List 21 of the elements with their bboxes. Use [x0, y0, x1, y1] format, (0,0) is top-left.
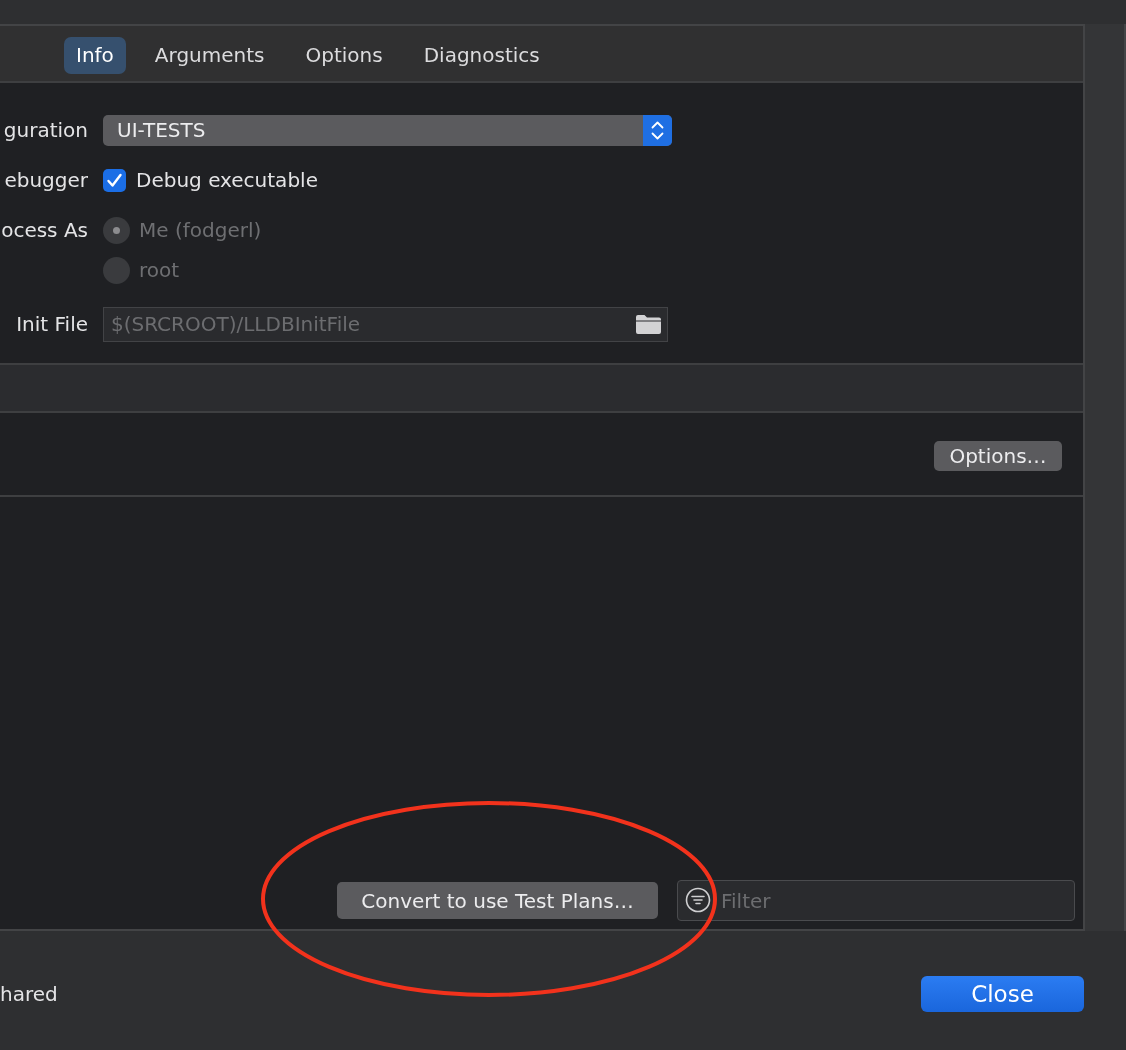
convert-button[interactable]: Convert to use Test Plans…: [337, 882, 658, 919]
filter-field[interactable]: Filter: [677, 880, 1075, 921]
field-label: Init File: [16, 312, 88, 336]
tab[interactable]: Options: [293, 36, 395, 74]
radio-label: Me (fodgerl): [139, 218, 262, 242]
field-label: ocess As: [1, 217, 88, 244]
checkbox[interactable]: [103, 168, 126, 192]
filter-icon[interactable]: [685, 887, 711, 913]
path-field[interactable]: $(SRCROOT)/LLDBInitFile: [103, 306, 668, 342]
field-label: ebugger: [4, 168, 88, 192]
popup-button[interactable]: UI-TESTS: [103, 114, 672, 146]
field-label: guration: [3, 118, 88, 142]
tab[interactable]: Arguments: [142, 36, 277, 74]
tab[interactable]: Info: [64, 36, 126, 74]
options-button[interactable]: Options…: [934, 441, 1062, 471]
shared-label: hared: [0, 981, 58, 1006]
chevron-updown-icon: [643, 114, 672, 146]
close-button[interactable]: Close: [921, 975, 1084, 1012]
tab[interactable]: Diagnostics: [411, 36, 552, 74]
checkbox-label: Debug executable: [136, 168, 318, 192]
radio-label: root: [139, 258, 180, 282]
